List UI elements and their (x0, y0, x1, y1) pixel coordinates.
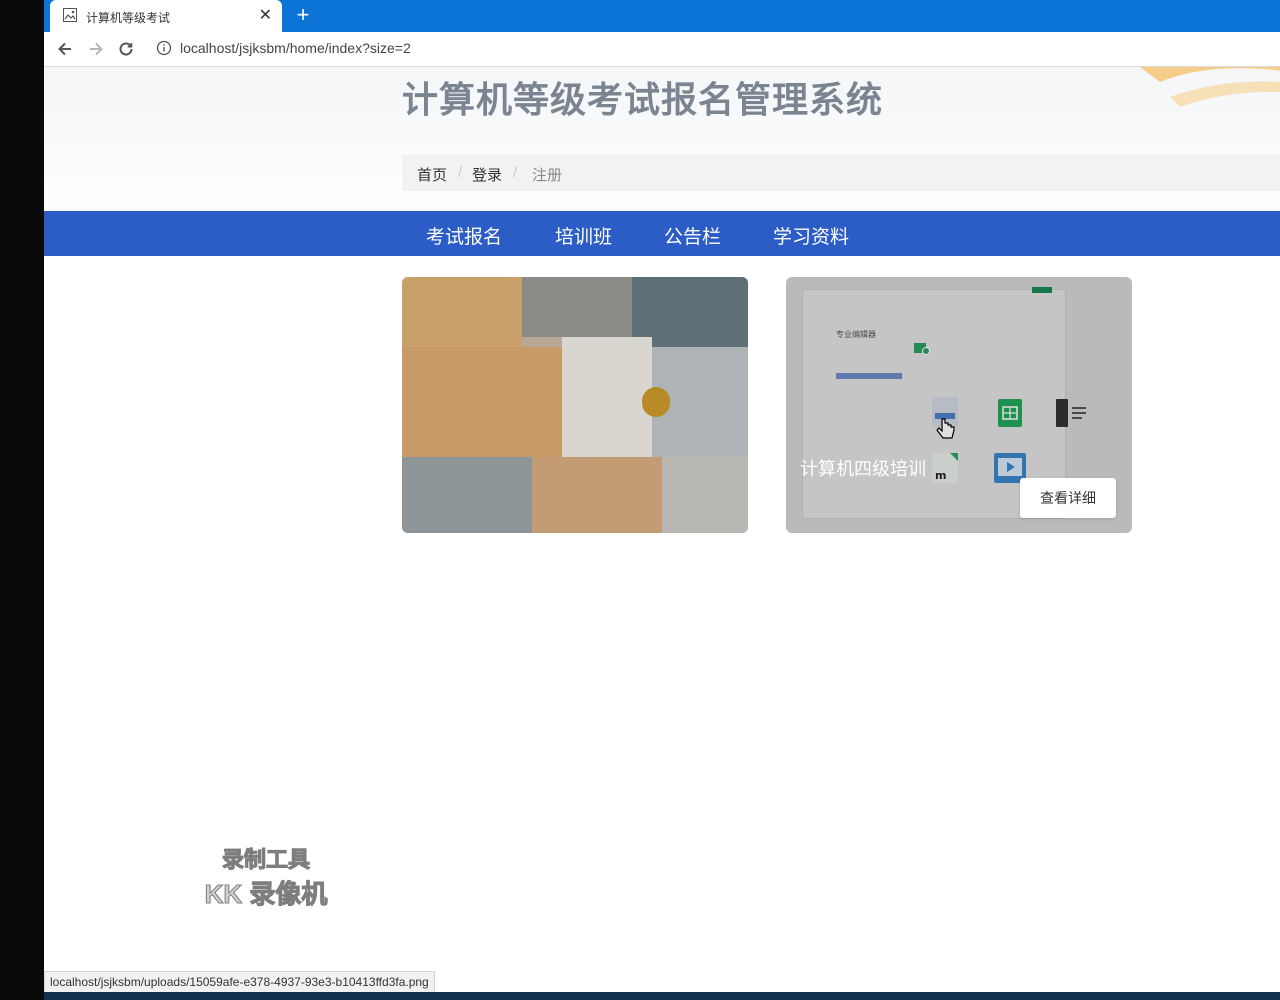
main-nav: 考试报名 培训班 公告栏 学习资料 (44, 211, 1280, 256)
browser-tab[interactable]: 计算机等级考试 ✕ (50, 0, 282, 32)
photo-region (402, 457, 532, 533)
recorder-watermark: 录制工具 KK 录像机 (196, 842, 336, 911)
photo-region (532, 457, 662, 533)
forward-arrow-icon[interactable] (87, 40, 105, 58)
breadcrumb-register[interactable]: 注册 (532, 164, 562, 185)
nav-item-bulletin[interactable]: 公告栏 (664, 222, 721, 249)
reload-icon[interactable] (117, 40, 135, 58)
browser-window: 计算机等级考试 ✕ + localhost/jsjksbm/home/index… (44, 0, 1280, 1000)
close-tab-icon[interactable]: ✕ (259, 5, 272, 25)
link-status-bubble: localhost/jsjksbm/uploads/15059afe-e378-… (44, 971, 435, 993)
address-bar-url[interactable]: localhost/jsjksbm/home/index?size=2 (180, 40, 411, 56)
photo-region (662, 457, 748, 533)
address-toolbar: localhost/jsjksbm/home/index?size=2 (44, 32, 1280, 67)
tab-title: 计算机等级考试 (86, 11, 171, 25)
watermark-line: 录制工具 (221, 847, 310, 873)
breadcrumb: 首页 / 登录 / 注册 (402, 155, 1280, 191)
photo-region (402, 277, 522, 347)
nav-item-training[interactable]: 培训班 (555, 222, 612, 249)
breadcrumb-separator: / (513, 164, 518, 181)
card-title: 计算机四级培训 (800, 459, 926, 479)
photo-region (522, 277, 632, 337)
tab-strip: 计算机等级考试 ✕ + (44, 0, 1280, 32)
photo-region (642, 387, 670, 417)
view-details-button[interactable]: 查看详细 (1020, 478, 1116, 518)
image-favicon-icon (63, 8, 77, 22)
page-content: 计算机等级考试报名管理系统 首页 / 登录 / 注册 考试报名 培训班 公告栏 … (44, 67, 1280, 1000)
header-banner: 计算机等级考试报名管理系统 首页 / 登录 / 注册 (44, 67, 1280, 211)
photo-region (402, 347, 562, 457)
training-card-image[interactable] (402, 277, 748, 533)
training-card[interactable]: 专业编辑器 m 计算机四级培训 查看详细 (786, 277, 1132, 533)
sun-swoosh-decoration (1140, 67, 1280, 107)
new-tab-icon[interactable]: + (292, 4, 314, 26)
photo-region (562, 337, 652, 457)
nav-item-study-materials[interactable]: 学习资料 (773, 222, 849, 249)
site-info-icon[interactable] (156, 40, 172, 56)
breadcrumb-login[interactable]: 登录 (472, 164, 502, 185)
nav-item-exam-registration[interactable]: 考试报名 (426, 222, 502, 249)
watermark-line: KK 录像机 (204, 879, 328, 910)
breadcrumb-separator: / (458, 164, 463, 181)
taskbar-edge (44, 992, 1280, 1000)
back-arrow-icon[interactable] (56, 40, 74, 58)
desktop-left-edge (0, 0, 44, 1000)
breadcrumb-home[interactable]: 首页 (417, 164, 447, 185)
site-title: 计算机等级考试报名管理系统 (402, 79, 884, 120)
